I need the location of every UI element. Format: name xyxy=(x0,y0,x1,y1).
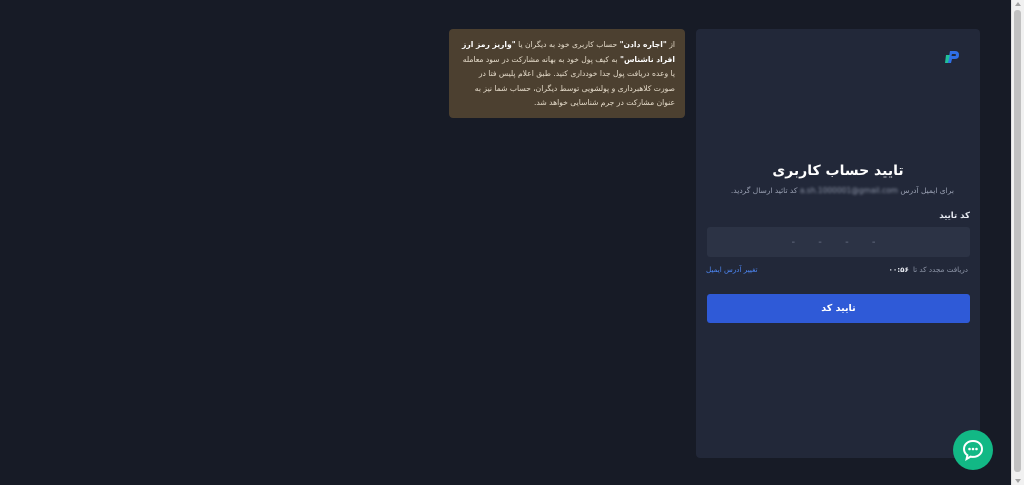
resend-label: دریافت مجدد کد تا xyxy=(912,265,968,274)
scroll-down-arrow-icon[interactable] xyxy=(1015,479,1021,483)
code-field-label: کد تایید xyxy=(939,211,970,221)
chat-bubble-icon xyxy=(962,439,984,462)
subtitle-prefix: برای ایمیل آدرس xyxy=(900,186,954,195)
verify-account-panel: تایید حساب کاربری برای ایمیل آدرس a.sh.1… xyxy=(696,29,980,458)
verification-code-input[interactable] xyxy=(707,227,970,257)
resend-timer: ۰۰:۵۶ xyxy=(888,265,909,274)
page-title: تایید حساب کاربری xyxy=(772,163,904,179)
scroll-thumb[interactable] xyxy=(1014,10,1021,472)
warning-bold-rent: "اجاره دادن" xyxy=(619,40,667,49)
warning-text-2: حساب کاربری خود به دیگران یا xyxy=(515,40,620,49)
email-address: a.sh.1000001@gmail.com xyxy=(799,186,898,195)
support-chat-button[interactable] xyxy=(953,430,993,470)
verify-subtitle: برای ایمیل آدرس a.sh.1000001@gmail.com ک… xyxy=(696,186,954,195)
scroll-up-arrow-icon[interactable] xyxy=(1015,2,1021,6)
confirm-code-button[interactable]: تایید کد xyxy=(707,294,970,323)
warning-text-1: از xyxy=(666,40,675,49)
page-scrollbar[interactable] xyxy=(1011,0,1024,485)
subtitle-suffix: کد تائید ارسال گردید. xyxy=(730,186,798,195)
change-email-link[interactable]: تغییر آدرس ایمیل xyxy=(706,265,758,274)
warning-notice: از "اجاره دادن" حساب کاربری خود به دیگرا… xyxy=(449,29,685,118)
brand-logo-icon xyxy=(945,51,959,63)
